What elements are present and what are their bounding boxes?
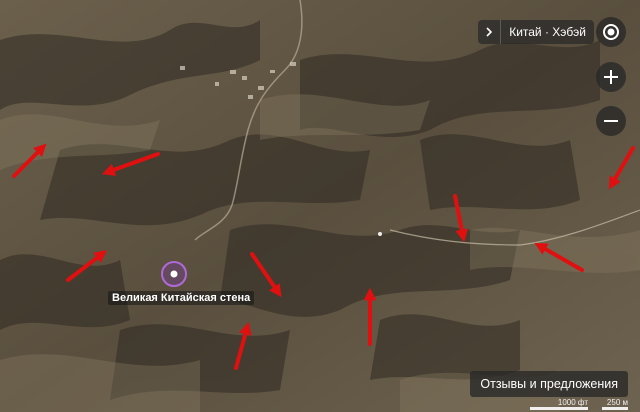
chevron-right-icon[interactable] <box>478 20 502 44</box>
zoom-in-button[interactable] <box>596 62 626 92</box>
target-icon <box>603 24 619 40</box>
location-breadcrumb[interactable]: Китай · Хэбэй <box>478 20 594 44</box>
locate-button[interactable] <box>596 17 626 47</box>
zoom-out-button[interactable] <box>596 106 626 136</box>
poi-marker[interactable] <box>159 259 189 289</box>
poi-label[interactable]: Великая Китайская стена <box>108 291 255 305</box>
scale-ft: 1000 фт <box>530 398 588 410</box>
feedback-button[interactable]: Отзывы и предложения <box>470 371 628 397</box>
scale-bar: 1000 фт 250 м <box>530 398 628 410</box>
scale-m: 250 м <box>602 398 628 410</box>
plus-icon <box>604 70 618 84</box>
minus-icon <box>604 120 618 122</box>
satellite-map[interactable] <box>0 0 640 412</box>
breadcrumb-text[interactable]: Китай · Хэбэй <box>501 25 594 39</box>
